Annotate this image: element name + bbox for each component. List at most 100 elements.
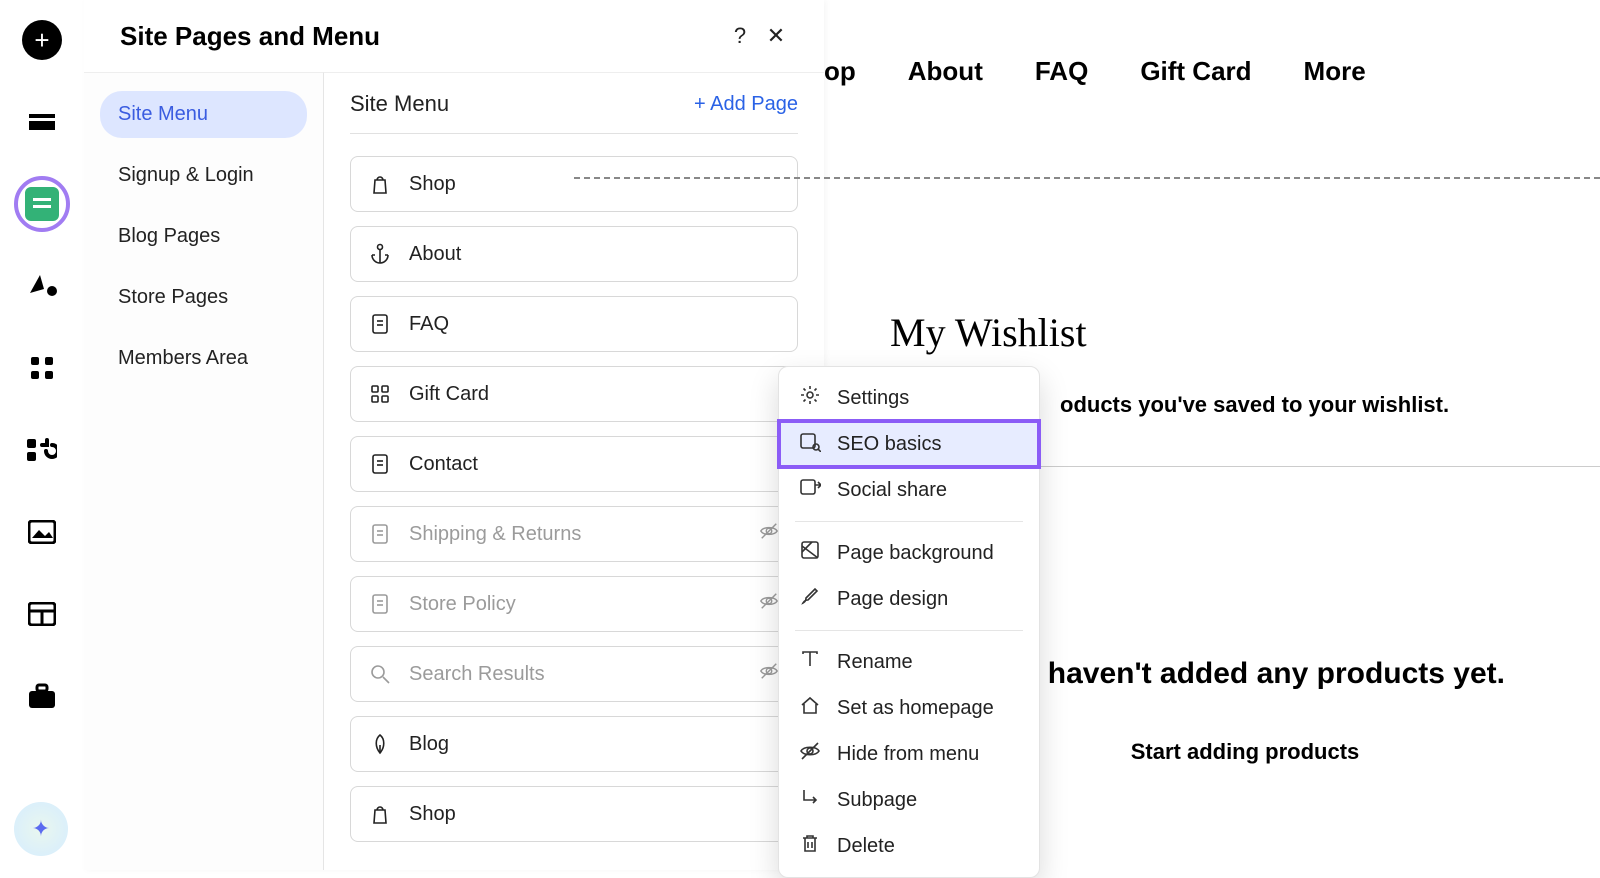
page-row-label: Store Policy [409,593,516,616]
hidden-icon [759,661,779,687]
doc-icon [369,523,391,545]
design-button[interactable] [22,266,62,306]
site-nav: op About FAQ Gift Card More [824,56,1600,87]
eyeoff-icon [799,740,821,768]
wishlist-heading: My Wishlist [890,309,1600,356]
hidden-icon [759,591,779,617]
ctx-set-as-homepage[interactable]: Set as homepage [779,685,1039,731]
ctx-settings[interactable]: Settings [779,375,1039,421]
doc-icon [369,313,391,335]
page-row-about[interactable]: About [350,226,798,282]
business-button[interactable] [22,676,62,716]
divider [350,133,798,134]
page-context-menu: Settings SEO basics Social share Page backg… [778,366,1040,878]
ctx-separator [795,521,1023,522]
doc-icon [369,453,391,475]
bag-icon [369,803,391,825]
design-icon [27,273,57,299]
close-button[interactable]: ✕ [758,18,794,54]
ctx-item-label: Settings [837,387,909,410]
ctx-item-label: Page design [837,588,948,611]
page-icon [25,187,59,221]
apps-icon [29,355,55,381]
nav-link-more[interactable]: More [1304,56,1366,87]
brush-icon [799,585,821,613]
add-page-button[interactable]: + Add Page [694,93,798,116]
nav-link-gift-card[interactable]: Gift Card [1140,56,1251,87]
media-button[interactable] [22,512,62,552]
ctx-item-label: Hide from menu [837,743,979,766]
pages-section-title: Site Menu [350,91,449,117]
apps-button[interactable] [22,348,62,388]
bag-icon [369,173,391,195]
page-row-search-results[interactable]: Search Results [350,646,798,702]
image-icon [28,520,56,544]
page-row-label: About [409,243,461,266]
appmarket-button[interactable] [22,430,62,470]
pages-list: Shop About FAQ Gift Card••• Contact Shipping … [350,156,798,842]
add-button[interactable]: + [22,20,62,60]
ctx-item-label: Subpage [837,789,917,812]
sidebar-item-signup-login[interactable]: Signup & Login [100,152,307,199]
page-row-label: Shop [409,173,456,196]
sections-button[interactable] [22,102,62,142]
page-row-label: FAQ [409,313,449,336]
seo-icon [799,430,821,458]
ctx-page-background[interactable]: Page background [779,530,1039,576]
sidebar-item-site-menu[interactable]: Site Menu [100,91,307,138]
help-button[interactable]: ? [722,18,758,54]
pen-icon [369,733,391,755]
sidebar-item-store-pages[interactable]: Store Pages [100,274,307,321]
ctx-page-design[interactable]: Page design [779,576,1039,622]
page-row-store-policy[interactable]: Store Policy [350,576,798,632]
sections-icon [28,113,56,131]
grid-icon [369,383,391,405]
ctx-subpage[interactable]: Subpage [779,777,1039,823]
ctx-seo-basics[interactable]: SEO basics [779,421,1039,467]
page-row-label: Blog [409,733,449,756]
page-row-label: Gift Card [409,383,489,406]
ctx-item-label: Social share [837,479,947,502]
ctx-item-label: Page background [837,542,994,565]
ctx-social-share[interactable]: Social share [779,467,1039,513]
page-row-contact[interactable]: Contact [350,436,798,492]
ai-assistant-button[interactable]: ✦ [14,802,68,856]
ctx-separator [795,630,1023,631]
panel-header: Site Pages and Menu ? ✕ [84,0,824,72]
left-icon-rail: + ✦ [0,0,84,870]
ctx-delete[interactable]: Delete [779,823,1039,869]
ctx-item-label: Set as homepage [837,697,994,720]
nav-link-faq[interactable]: FAQ [1035,56,1088,87]
nav-link-op[interactable]: op [824,56,856,87]
gear-icon [799,384,821,412]
appmarket-icon [27,437,57,463]
sidebar-item-blog-pages[interactable]: Blog Pages [100,213,307,260]
panel-title: Site Pages and Menu [120,21,722,52]
page-row-shop[interactable]: Shop [350,156,798,212]
close-icon: ✕ [767,23,785,49]
page-row-shop[interactable]: Shop [350,786,798,842]
search-icon [369,663,391,685]
sidebar-item-members-area[interactable]: Members Area [100,335,307,382]
ctx-item-label: Delete [837,835,895,858]
ctx-item-label: Rename [837,651,913,674]
page-row-shipping-returns[interactable]: Shipping & Returns [350,506,798,562]
ctx-hide-from-menu[interactable]: Hide from menu [779,731,1039,777]
ctx-rename[interactable]: Rename [779,639,1039,685]
help-icon: ? [734,23,746,49]
pages-button-active[interactable] [14,176,70,232]
home-icon [799,694,821,722]
data-button[interactable] [22,594,62,634]
page-row-label: Shipping & Returns [409,523,581,546]
plus-icon: + [22,20,62,60]
page-row-label: Search Results [409,663,545,686]
panel-sidebar-list: Site Menu Signup & Login Blog Pages Store P… [84,72,324,870]
briefcase-icon [28,683,56,709]
nav-link-about[interactable]: About [908,56,983,87]
sub-icon [799,786,821,814]
page-row-gift-card[interactable]: Gift Card••• [350,366,798,422]
page-row-faq[interactable]: FAQ [350,296,798,352]
share-icon [799,476,821,504]
page-row-blog[interactable]: Blog [350,716,798,772]
page-row-label: Shop [409,803,456,826]
